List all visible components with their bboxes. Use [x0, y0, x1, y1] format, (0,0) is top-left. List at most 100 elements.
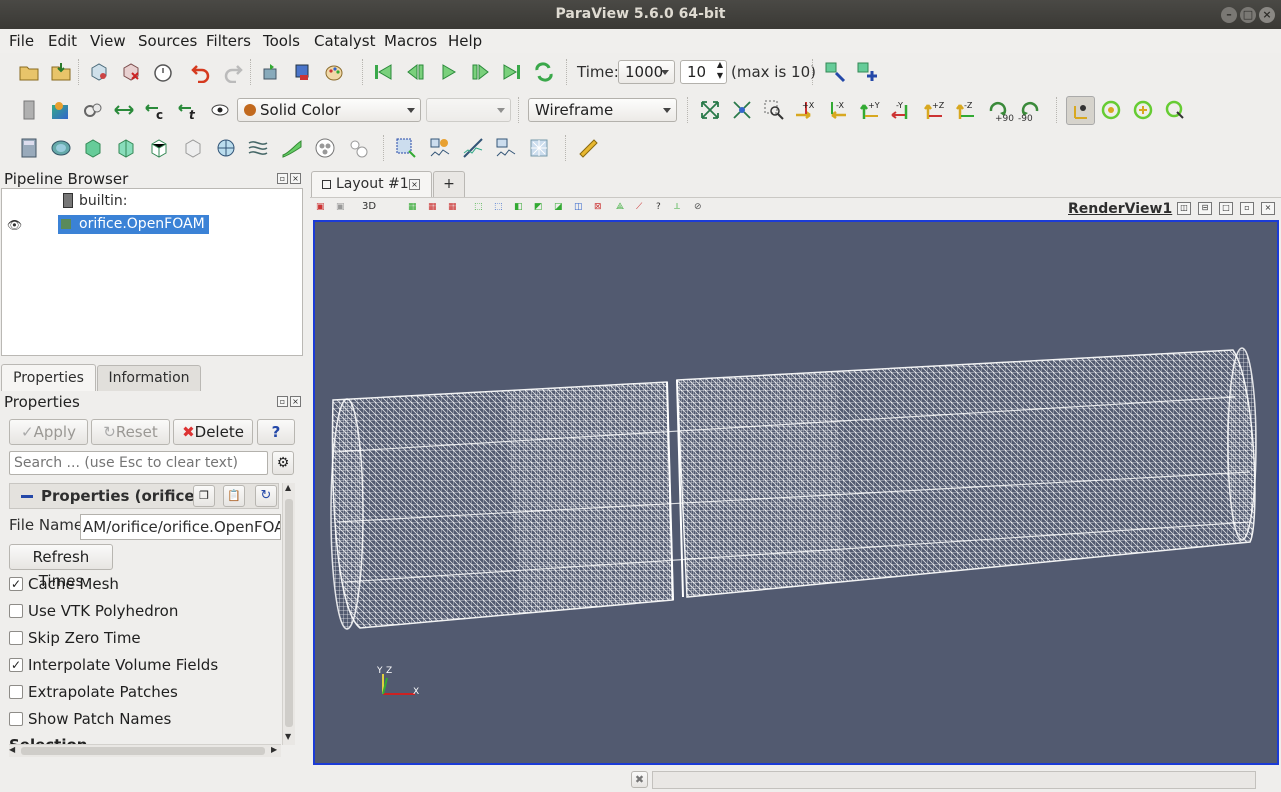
loop-icon[interactable] [533, 61, 555, 83]
representation-combo[interactable]: Wireframe [528, 98, 677, 122]
orientation-axes-toggle-icon[interactable] [1066, 96, 1095, 125]
new-layout-tab-button[interactable]: + [433, 171, 465, 197]
apply-button[interactable]: ✓Apply [9, 419, 88, 445]
pipeline-item-selected[interactable]: orifice.OpenFOAM [58, 215, 209, 234]
pipeline-item-builtin[interactable]: builtin: [79, 193, 128, 209]
help-button[interactable]: ? [257, 419, 295, 445]
advanced-settings-gear-icon[interactable]: ⚙ [272, 451, 294, 475]
select-points-on-icon[interactable]: ▦ [428, 202, 442, 216]
view-plus-y-icon[interactable]: +Y [858, 99, 880, 121]
reset-button[interactable]: ↻Reset [91, 419, 170, 445]
plot-data-icon[interactable] [495, 137, 517, 159]
warp-by-vector-icon[interactable] [281, 137, 303, 159]
redo-icon[interactable] [222, 61, 244, 83]
disconnect-icon[interactable] [120, 61, 142, 83]
visible-range-icon[interactable] [209, 99, 231, 121]
show-patch-names-checkbox[interactable] [9, 712, 23, 726]
plot-over-line-icon[interactable] [462, 137, 484, 159]
paste-icon[interactable]: 📋 [223, 485, 245, 507]
undo-icon[interactable] [190, 61, 212, 83]
feature-edges-icon[interactable] [528, 137, 550, 159]
last-frame-icon[interactable] [501, 61, 523, 83]
split-horizontal-icon[interactable]: ◫ [1177, 202, 1191, 215]
select-points-through-icon[interactable]: ⬚ [474, 202, 488, 216]
select-cells-on-icon[interactable]: ▦ [408, 202, 422, 216]
undock-icon[interactable]: ▫ [277, 173, 288, 184]
menu-filters[interactable]: Filters [206, 32, 251, 50]
minimize-icon[interactable]: – [1221, 7, 1237, 23]
calculator-icon[interactable] [18, 137, 40, 159]
properties-section-header[interactable]: Properties (orifice. ❐ 📋 ↻ [9, 483, 279, 509]
timer-icon[interactable] [152, 61, 174, 83]
properties-horizontal-scrollbar[interactable]: ◀ ▶ [9, 744, 281, 757]
scroll-up-icon[interactable]: ▲ [285, 483, 291, 492]
extract-selection-icon[interactable] [395, 137, 417, 159]
play-icon[interactable] [437, 61, 459, 83]
close-view-icon[interactable]: × [1261, 202, 1275, 215]
center-axes-icon[interactable] [1100, 99, 1122, 121]
threshold-icon[interactable] [148, 137, 170, 159]
grow-selection-icon[interactable]: ⟁ [616, 202, 630, 216]
interpolate-volume-fields-checkbox[interactable]: ✓ [9, 658, 23, 672]
restore-defaults-icon[interactable]: ↻ [255, 485, 277, 507]
interactive-select-points-icon[interactable]: ◪ [554, 202, 568, 216]
menu-catalyst[interactable]: Catalyst [314, 32, 375, 50]
restore-view-icon[interactable]: ▫ [1240, 202, 1254, 215]
pipeline-tree[interactable]: builtin: 👁 orifice.OpenFOAM [1, 188, 303, 356]
skip-zero-time-checkbox[interactable] [9, 631, 23, 645]
pick-center-icon[interactable] [1164, 99, 1186, 121]
camera-redo-icon[interactable] [292, 61, 314, 83]
close-tab-icon[interactable]: × [409, 179, 420, 190]
toggle-3d-button[interactable]: 3D [362, 201, 376, 212]
hover-points-icon[interactable]: ◫ [574, 202, 588, 216]
palette-icon[interactable] [324, 61, 346, 83]
close-panel-icon[interactable]: × [290, 396, 301, 407]
horizontal-scroll-thumb[interactable] [21, 747, 265, 755]
maximize-view-icon[interactable]: □ [1219, 202, 1233, 215]
menu-help[interactable]: Help [448, 32, 482, 50]
undock-icon[interactable]: ▫ [277, 396, 288, 407]
menu-macros[interactable]: Macros [384, 32, 437, 50]
edit-labels-icon[interactable]: ⟂ [674, 202, 688, 216]
view-plus-x-icon[interactable]: +X [794, 99, 816, 121]
group-datasets-icon[interactable] [314, 137, 336, 159]
refresh-times-button[interactable]: Refresh Times [9, 544, 113, 590]
close-icon[interactable]: × [1259, 7, 1275, 23]
camera-undo-icon[interactable] [260, 61, 282, 83]
stream-tracer-icon[interactable] [247, 137, 269, 159]
close-panel-icon[interactable]: × [290, 173, 301, 184]
tab-properties[interactable]: Properties [1, 364, 96, 391]
time-value-combo[interactable]: 1000 [618, 60, 675, 84]
view-minus-x-icon[interactable]: -X [826, 99, 848, 121]
component-combo[interactable] [426, 98, 511, 122]
delete-button[interactable]: ✖Delete [173, 419, 253, 445]
vertical-scroll-thumb[interactable] [285, 499, 293, 727]
reset-range-icon[interactable] [82, 99, 104, 121]
interactive-select-cells-icon[interactable]: ◩ [534, 202, 548, 216]
first-frame-icon[interactable] [372, 61, 394, 83]
view-minus-y-icon[interactable]: -Y [890, 99, 912, 121]
rescale-custom-icon[interactable] [113, 99, 135, 121]
shrink-selection-icon[interactable]: ⟋ [636, 202, 650, 216]
open-file-icon[interactable] [18, 61, 40, 83]
extract-subset-icon[interactable] [182, 137, 204, 159]
edit-color-map-icon[interactable] [50, 99, 72, 121]
menu-tools[interactable]: Tools [263, 32, 300, 50]
clip-icon[interactable] [82, 137, 104, 159]
clear-status-icon[interactable]: ✖ [631, 771, 648, 788]
previous-frame-icon[interactable] [405, 61, 427, 83]
view-minus-z-icon[interactable]: -Z [954, 99, 976, 121]
reset-center-icon[interactable] [1132, 99, 1154, 121]
find-data-icon[interactable] [824, 61, 846, 83]
toggle-color-legend-icon[interactable] [18, 99, 40, 121]
use-vtk-polyhedron-checkbox[interactable] [9, 604, 23, 618]
connect-icon[interactable] [88, 61, 110, 83]
add-selection-icon[interactable] [856, 61, 878, 83]
reset-camera-icon[interactable] [699, 99, 721, 121]
scroll-down-icon[interactable]: ▼ [285, 732, 291, 741]
properties-vertical-scrollbar[interactable]: ▲ ▼ [282, 483, 295, 745]
spin-arrows-icon[interactable]: ▲ ▼ [717, 59, 723, 81]
rescale-temporal-icon[interactable]: t [177, 99, 199, 121]
collapse-icon[interactable] [21, 495, 33, 498]
tab-layout-1[interactable]: Layout #1 × [311, 171, 432, 198]
